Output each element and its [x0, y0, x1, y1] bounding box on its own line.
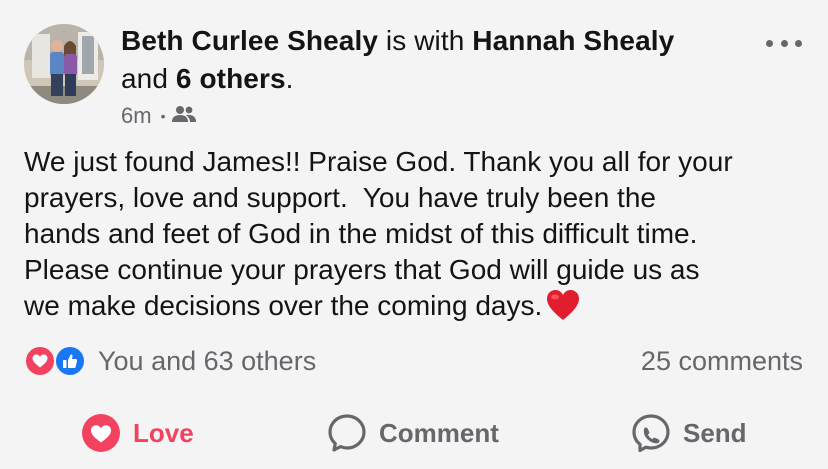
messenger-icon	[631, 413, 671, 453]
post-header: Beth Curlee Shealy is with Hannah Shealy…	[121, 22, 741, 130]
post-meta: 6m •	[121, 102, 741, 130]
like-reaction-icon	[54, 345, 86, 377]
post-body: We just found James!! Praise God. Thank …	[24, 144, 814, 330]
comment-label: Comment	[379, 417, 499, 448]
avatar-photo	[24, 24, 104, 104]
post-body-last-line: we make decisions over the coming days.	[24, 288, 814, 330]
more-options-icon[interactable]	[766, 36, 802, 50]
tagged-person[interactable]: Hannah Shealy	[472, 25, 674, 56]
love-icon	[81, 413, 121, 453]
meta-separator: •	[160, 108, 166, 124]
send-label: Send	[683, 417, 747, 448]
post-body-line: We just found James!! Praise God. Thank …	[24, 146, 733, 177]
author-avatar[interactable]	[24, 24, 104, 104]
reactions-text: You and 63 others	[98, 345, 317, 376]
and-text: and	[121, 63, 169, 94]
post-card: Beth Curlee Shealy is with Hannah Shealy…	[0, 0, 828, 469]
send-button[interactable]: Send	[631, 410, 747, 456]
period-text: .	[285, 63, 294, 94]
more-dot	[780, 39, 788, 47]
comment-button[interactable]: Comment	[327, 410, 499, 456]
post-action-bar: Love Comment Send	[0, 410, 828, 456]
reactions-summary[interactable]: You and 63 others	[24, 344, 316, 378]
post-attribution-continued: and 6 others.	[121, 60, 741, 98]
reaction-icons	[24, 344, 92, 378]
love-reaction-icon	[24, 345, 56, 377]
post-body-line: we make decisions over the coming days.	[24, 290, 543, 321]
more-dot	[795, 39, 802, 47]
red-heart-emoji	[546, 289, 580, 330]
friends-icon[interactable]	[172, 102, 197, 130]
post-attribution: Beth Curlee Shealy is with Hannah Shealy	[121, 22, 741, 60]
post-body-line: prayers, love and support. You have trul…	[24, 182, 656, 213]
author-name[interactable]: Beth Curlee Shealy	[121, 25, 378, 56]
with-text: is with	[385, 25, 465, 56]
comments-count-link[interactable]: 25 comments	[641, 344, 803, 378]
post-body-line: Please continue your prayers that God wi…	[24, 254, 700, 285]
others-link[interactable]: 6 others	[176, 63, 286, 94]
post-timestamp[interactable]: 6m	[121, 102, 152, 130]
love-label: Love	[133, 417, 194, 448]
post-body-line: hands and feet of God in the midst of th…	[24, 218, 698, 249]
comment-icon	[327, 413, 367, 453]
love-button[interactable]: Love	[81, 410, 194, 456]
more-dot	[766, 39, 773, 47]
